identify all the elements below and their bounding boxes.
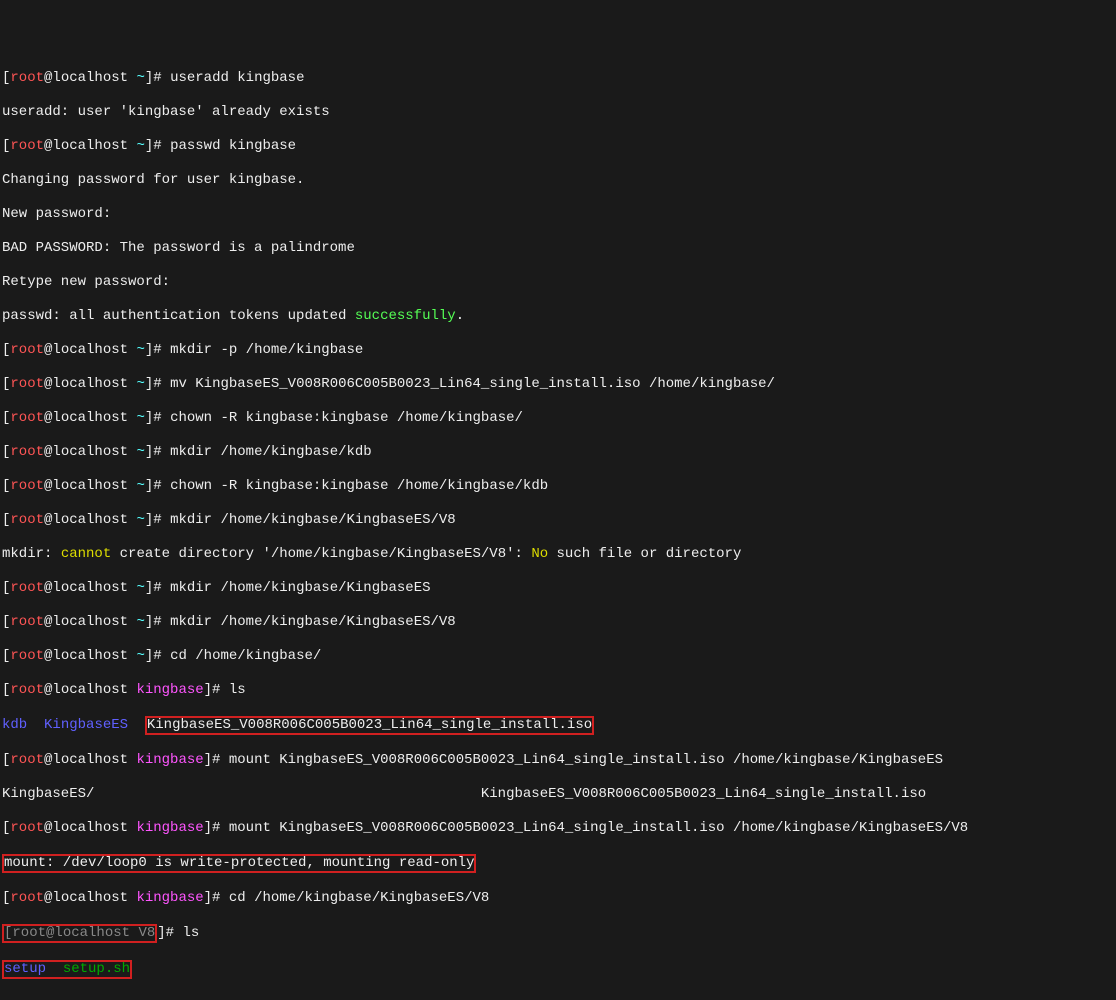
- terminal-line: mkdir: cannot create directory '/home/ki…: [2, 546, 1116, 563]
- terminal-line: BAD PASSWORD: The password is a palindro…: [2, 240, 1116, 257]
- terminal-line: [root@localhost ~]# mv KingbaseES_V008R0…: [2, 376, 1116, 393]
- terminal-line: [root@localhost ~]# mkdir /home/kingbase…: [2, 614, 1116, 631]
- terminal-line: Changing password for user kingbase.: [2, 172, 1116, 189]
- terminal-line: [root@localhost kingbase]# ls: [2, 682, 1116, 699]
- terminal-line: [root@localhost kingbase]# mount Kingbas…: [2, 820, 1116, 837]
- terminal-line: KingbaseES/ KingbaseES_V008R006C005B0023…: [2, 786, 1116, 803]
- terminal-line: useradd: user 'kingbase' already exists: [2, 104, 1116, 121]
- terminal-line: [root@localhost ~]# cd /home/kingbase/: [2, 648, 1116, 665]
- terminal-line: passwd: all authentication tokens update…: [2, 308, 1116, 325]
- terminal-line: [root@localhost ~]# mkdir /home/kingbase…: [2, 444, 1116, 461]
- terminal-line: kdb KingbaseES KingbaseES_V008R006C005B0…: [2, 716, 1116, 735]
- terminal-line: mount: /dev/loop0 is write-protected, mo…: [2, 854, 1116, 873]
- terminal-line: [root@localhost ~]# chown -R kingbase:ki…: [2, 410, 1116, 427]
- highlight-iso: KingbaseES_V008R006C005B0023_Lin64_singl…: [145, 716, 594, 735]
- terminal-line: [root@localhost V8]# ls: [2, 924, 1116, 943]
- terminal-line: [root@localhost ~]# chown -R kingbase:ki…: [2, 478, 1116, 495]
- terminal-line: [root@localhost ~]# passwd kingbase: [2, 138, 1116, 155]
- terminal-line: [root@localhost kingbase]# cd /home/king…: [2, 890, 1116, 907]
- terminal-line: [root@localhost ~]# mkdir /home/kingbase…: [2, 580, 1116, 597]
- terminal-line: [root@localhost ~]# useradd kingbase: [2, 70, 1116, 87]
- terminal-line: [root@localhost ~]# mkdir /home/kingbase…: [2, 512, 1116, 529]
- highlight-prompt-v8: [root@localhost V8: [2, 924, 157, 943]
- terminal-line: [root@localhost ~]# mkdir -p /home/kingb…: [2, 342, 1116, 359]
- terminal-line: setup setup.sh: [2, 960, 1116, 979]
- terminal-line: New password:: [2, 206, 1116, 223]
- highlight-mount-msg: mount: /dev/loop0 is write-protected, mo…: [2, 854, 476, 873]
- highlight-setup: setup setup.sh: [2, 960, 132, 979]
- terminal-line: Retype new password:: [2, 274, 1116, 291]
- terminal-line: [root@localhost kingbase]# mount Kingbas…: [2, 752, 1116, 769]
